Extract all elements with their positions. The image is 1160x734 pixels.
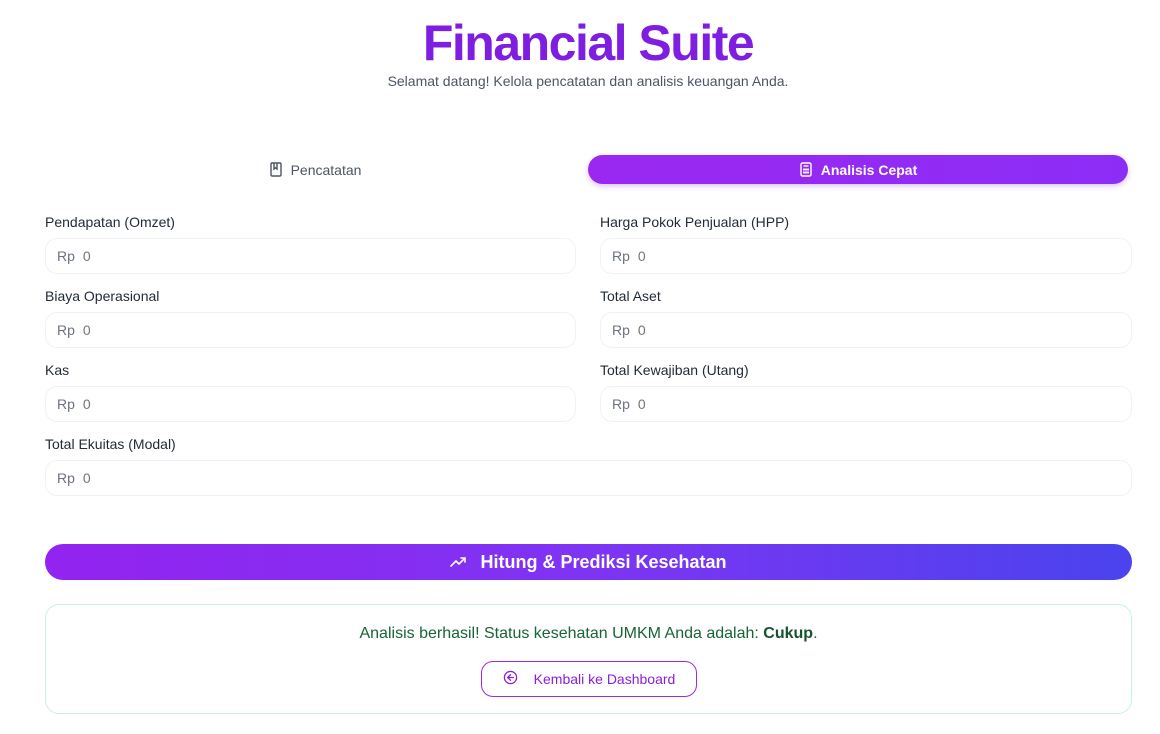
total-kewajiban-label: Total Kewajiban (Utang) [600,362,749,378]
biaya-operasional-field[interactable]: Rp [45,312,576,348]
kas-label: Kas [45,362,70,378]
total-ekuitas-label: Total Ekuitas (Modal) [45,436,176,452]
total-ekuitas-input[interactable] [82,461,1131,495]
status-value: Cukup [763,625,814,642]
calculate-button-label: Hitung & Prediksi Kesehatan [480,551,727,572]
hpp-label: Harga Pokok Penjualan (HPP) [600,214,790,230]
result-period: . [813,625,818,642]
kas-input[interactable] [82,387,575,421]
currency-prefix: Rp [57,470,75,486]
total-aset-field[interactable]: Rp [600,312,1132,348]
omzet-input[interactable] [82,239,575,273]
total-aset-label: Total Aset [600,288,661,304]
tab-pencatatan[interactable]: Pencatatan [45,155,585,184]
arrow-left-circle-icon [503,670,518,688]
currency-prefix: Rp [57,322,75,338]
tab-analisis-cepat-label: Analisis Cepat [820,161,918,178]
calculator-icon [799,162,813,177]
total-kewajiban-input[interactable] [637,387,1131,421]
calculate-button[interactable]: Hitung & Prediksi Kesehatan [45,544,1132,580]
tab-analisis-cepat[interactable]: Analisis Cepat [588,155,1128,184]
biaya-operasional-label: Biaya Operasional [45,288,160,304]
currency-prefix: Rp [57,396,75,412]
result-card: Analisis berhasil! Status kesehatan UMKM… [45,604,1132,714]
tab-bar: Pencatatan Analisis Cepat [45,155,1132,184]
back-to-dashboard-button[interactable]: Kembali ke Dashboard [481,661,697,697]
tab-pencatatan-label: Pencatatan [290,161,362,178]
total-aset-input[interactable] [637,313,1131,347]
omzet-label: Pendapatan (Omzet) [45,214,175,230]
hpp-field[interactable]: Rp [600,238,1132,274]
currency-prefix: Rp [612,396,630,412]
currency-prefix: Rp [57,248,75,264]
book-icon [269,162,283,177]
omzet-field[interactable]: Rp [45,238,576,274]
page-title: Financial Suite [422,15,755,71]
back-button-label: Kembali ke Dashboard [533,671,676,687]
page-subtitle: Selamat datang! Kelola pencatatan dan an… [387,73,789,89]
biaya-operasional-input[interactable] [82,313,575,347]
currency-prefix: Rp [612,322,630,338]
total-ekuitas-field[interactable]: Rp [45,460,1132,496]
kas-field[interactable]: Rp [45,386,576,422]
currency-prefix: Rp [612,248,630,264]
total-kewajiban-field[interactable]: Rp [600,386,1132,422]
hpp-input[interactable] [637,239,1131,273]
result-message-text: Analisis berhasil! Status kesehatan UMKM… [359,625,759,642]
result-message: Analisis berhasil! Status kesehatan UMKM… [46,625,1131,643]
trending-up-icon [450,552,467,573]
